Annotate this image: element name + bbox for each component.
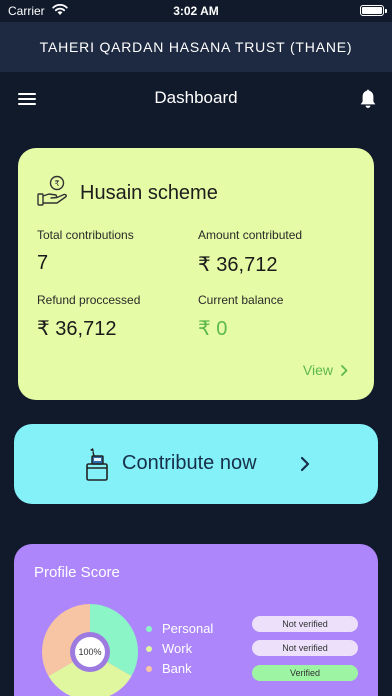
clock-time: 3:02 AM [173, 4, 219, 18]
donation-box-icon [86, 448, 108, 481]
contribute-now-button[interactable]: Contribute now [14, 424, 378, 504]
nav-bar: Dashboard [0, 72, 392, 126]
balance-label: Current balance [198, 293, 284, 307]
svg-text:₹: ₹ [54, 179, 59, 188]
balance-value: ₹ 0 [198, 318, 228, 340]
legend-dot [146, 665, 152, 672]
trust-title: TAHERI QARDAN HASANA TRUST (THANE) [39, 39, 353, 55]
work-status-badge: Not verified [252, 640, 358, 656]
chevron-right-icon [300, 456, 310, 472]
legend-item-work: Work [146, 641, 192, 656]
legend-label: Personal [162, 621, 214, 636]
legend-dot [146, 645, 152, 652]
chevron-right-icon [341, 364, 348, 376]
legend-label: Work [162, 641, 193, 656]
refund-label: Refund proccessed [37, 293, 141, 307]
scheme-title: Husain scheme [80, 182, 218, 204]
bell-icon[interactable] [358, 88, 378, 110]
view-label: View [302, 362, 333, 378]
profile-score-card[interactable]: Profile Score 100% Personal Work Bank No… [14, 544, 378, 696]
page-title: Dashboard [154, 88, 238, 107]
amount-contributed-label: Amount contributed [198, 228, 303, 242]
bank-status-badge: Verified [252, 665, 358, 681]
total-contributions-label: Total contributions [37, 228, 134, 242]
status-bar: Carrier 3:02 AM [0, 0, 392, 22]
trust-header: TAHERI QARDAN HASANA TRUST (THANE) [0, 22, 392, 72]
legend-item-personal: Personal [146, 621, 213, 636]
refund-value: ₹ 36,712 [37, 318, 117, 340]
profile-score-title: Profile Score [34, 564, 120, 581]
legend-label: Bank [162, 661, 192, 676]
scheme-card[interactable]: ₹ Husain scheme Total contributions 7 Am… [18, 148, 374, 400]
view-link[interactable]: View [303, 362, 348, 378]
battery-icon [360, 5, 387, 16]
legend-dot [146, 625, 152, 632]
contribute-now-label: Contribute now [122, 452, 257, 474]
profile-score-percent: 100% [78, 647, 102, 657]
personal-status-badge: Not verified [252, 616, 358, 632]
amount-contributed-value: ₹ 36,712 [198, 254, 278, 276]
legend-item-bank: Bank [146, 661, 192, 676]
total-contributions-value: 7 [37, 252, 49, 274]
hand-coin-icon: ₹ [37, 175, 67, 206]
